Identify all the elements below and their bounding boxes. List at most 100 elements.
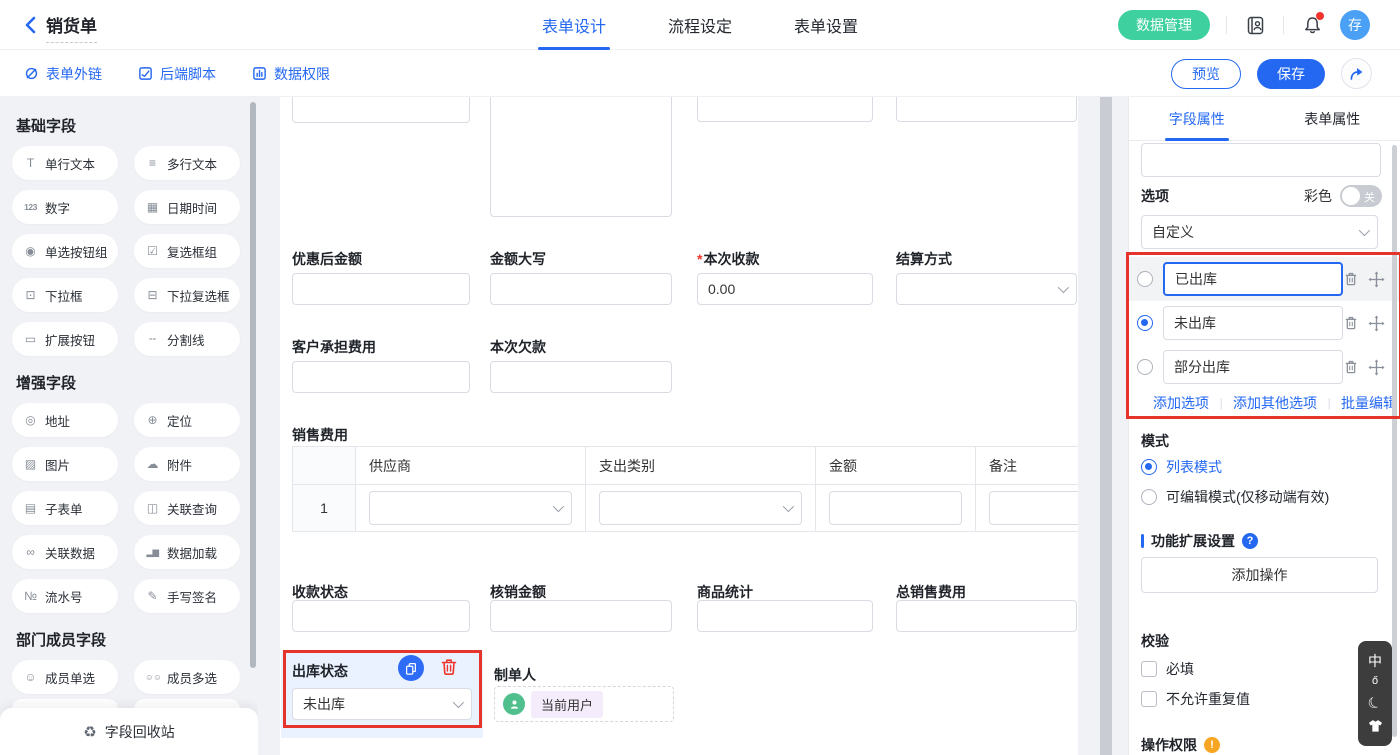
required-checkbox-row[interactable]: 必填 <box>1141 659 1194 679</box>
drag-option-icon[interactable] <box>1368 359 1385 376</box>
help-icon[interactable]: ? <box>1242 533 1258 549</box>
option-text-input[interactable] <box>1163 306 1343 340</box>
cropped-textarea[interactable] <box>490 97 672 217</box>
current-debt-input[interactable] <box>490 361 672 393</box>
outbound-status-select[interactable]: 未出库 <box>292 688 472 720</box>
sidebar-item-signature[interactable]: ✎手写签名 <box>134 579 240 613</box>
sidebar-item-checkbox-group[interactable]: ☑复选框组 <box>134 234 240 268</box>
writeoff-amount-input[interactable] <box>490 600 672 632</box>
sidebar-item-multi-dropdown[interactable]: ⊟下拉复选框 <box>134 278 240 312</box>
copy-field-button[interactable] <box>398 655 424 681</box>
mode-radio[interactable] <box>1141 489 1157 505</box>
canvas-scrollbar[interactable] <box>1100 97 1112 755</box>
tshirt-icon[interactable] <box>1368 719 1383 733</box>
drag-option-icon[interactable] <box>1368 271 1385 288</box>
sidebar-item-datetime[interactable]: ▦日期时间 <box>134 190 240 224</box>
notifications-button[interactable] <box>1300 13 1324 37</box>
sidebar-item-multi-line-text[interactable]: ≡多行文本 <box>134 146 240 180</box>
sidebar-item-address[interactable]: ◎地址 <box>12 403 118 437</box>
sidebar-item-attachment[interactable]: ☁附件 <box>134 447 240 481</box>
delete-field-button[interactable] <box>439 657 459 677</box>
total-sales-expense-input[interactable] <box>896 600 1077 632</box>
backend-script-button[interactable]: 后端脚本 <box>138 64 216 84</box>
cropped-input[interactable] <box>697 97 873 122</box>
sidebar-item-single-line-text[interactable]: T单行文本 <box>12 146 118 180</box>
sidebar-item-member-multi[interactable]: ☺☺成员多选 <box>134 660 240 694</box>
cropped-input[interactable] <box>896 97 1077 122</box>
tab-form-setting[interactable]: 表单设置 <box>794 0 858 50</box>
no-duplicate-checkbox[interactable] <box>1141 691 1157 707</box>
tab-form-design[interactable]: 表单设计 <box>542 0 606 50</box>
mode-option-list[interactable]: 列表模式 <box>1141 457 1222 477</box>
drag-option-icon[interactable] <box>1368 315 1385 332</box>
product-statistics-input[interactable] <box>697 600 873 632</box>
sidebar-item-linked-query[interactable]: ◫关联查询 <box>134 491 240 525</box>
batch-edit-link[interactable]: 批量编辑 <box>1341 393 1397 413</box>
tab-field-properties[interactable]: 字段属性 <box>1129 97 1265 140</box>
field-recycle-bin[interactable]: ♻ 字段回收站 <box>0 708 258 755</box>
data-permission-button[interactable]: 数据权限 <box>252 64 330 84</box>
delete-option-icon[interactable] <box>1343 271 1359 287</box>
form-external-link-button[interactable]: 表单外链 <box>24 64 102 84</box>
option-text-input[interactable] <box>1163 350 1343 384</box>
cropped-input[interactable] <box>292 97 470 123</box>
contacts-button[interactable] <box>1243 13 1267 37</box>
option-radio[interactable] <box>1137 271 1153 287</box>
row-index: 1 <box>293 485 356 531</box>
color-toggle[interactable]: 关 <box>1340 185 1382 207</box>
add-option-link[interactable]: 添加选项 <box>1153 393 1209 413</box>
sidebar-item-member-single[interactable]: ☺成员单选 <box>12 660 118 694</box>
expense-category-select[interactable] <box>599 491 802 525</box>
sidebar-item-subform[interactable]: ▤子表单 <box>12 491 118 525</box>
remark-input[interactable] <box>989 491 1078 525</box>
tab-form-properties[interactable]: 表单属性 <box>1265 97 1400 140</box>
amount-in-words-input[interactable] <box>490 273 672 305</box>
moon-icon[interactable]: ☾ <box>1366 694 1385 713</box>
amount-input[interactable] <box>829 491 962 525</box>
required-checkbox[interactable] <box>1141 661 1157 677</box>
option-text-input[interactable] <box>1163 262 1343 296</box>
sidebar-item-image[interactable]: ▨图片 <box>12 447 118 481</box>
discounted-amount-input[interactable] <box>292 273 470 305</box>
language-icon[interactable]: 中 <box>1368 654 1382 668</box>
add-action-button[interactable]: 添加操作 <box>1141 557 1378 593</box>
mode-radio-checked[interactable] <box>1141 459 1157 475</box>
option-radio-checked[interactable] <box>1137 315 1153 331</box>
save-button[interactable]: 保存 <box>1257 59 1325 89</box>
option-radio[interactable] <box>1137 359 1153 375</box>
option-source-select[interactable]: 自定义 <box>1141 215 1378 249</box>
delete-option-icon[interactable] <box>1343 359 1359 375</box>
data-manage-button[interactable]: 数据管理 <box>1118 10 1210 40</box>
delete-option-icon[interactable] <box>1343 315 1359 331</box>
sidebar-item-linked-data[interactable]: ∞关联数据 <box>12 535 118 569</box>
extend-button-icon: ▭ <box>23 332 38 346</box>
no-duplicate-checkbox-row[interactable]: 不允许重复值 <box>1141 689 1250 709</box>
supplier-select[interactable] <box>369 491 572 525</box>
current-payment-input[interactable]: 0.00 <box>697 273 873 305</box>
tab-flow-setting[interactable]: 流程设定 <box>668 0 732 50</box>
sidebar-item-dropdown[interactable]: ⊡下拉框 <box>12 278 118 312</box>
sidebar-item-serial-number[interactable]: №流水号 <box>12 579 118 613</box>
sidebar-item-extend-button[interactable]: ▭扩展按钮 <box>12 322 118 356</box>
creator-field[interactable]: 当前用户 <box>494 686 674 722</box>
customer-borne-fee-input[interactable] <box>292 361 470 393</box>
sidebar-scrollbar[interactable] <box>250 102 256 668</box>
sidebar-item-data-load[interactable]: ▂▆数据加载 <box>134 535 240 569</box>
payment-status-input[interactable] <box>292 600 470 632</box>
column-header: 供应商 <box>356 447 586 484</box>
field-title-input[interactable] <box>1141 143 1381 177</box>
sidebar-item-location[interactable]: ⊕定位 <box>134 403 240 437</box>
share-button[interactable] <box>1341 58 1372 89</box>
pinyin-icon[interactable]: ő <box>1372 676 1378 687</box>
preview-button[interactable]: 预览 <box>1171 59 1241 89</box>
sidebar-item-divider[interactable]: ╌分割线 <box>134 322 240 356</box>
panel-tabs: 字段属性 表单属性 <box>1129 97 1400 141</box>
sidebar-item-number[interactable]: 123数字 <box>12 190 118 224</box>
settlement-method-select[interactable] <box>896 273 1077 305</box>
sidebar-item-radio-group[interactable]: ◉单选按钮组 <box>12 234 118 268</box>
column-header: 备注 <box>976 447 1078 484</box>
avatar[interactable]: 存 <box>1340 10 1370 40</box>
panel-scrollbar[interactable] <box>1392 145 1397 737</box>
mode-option-editable[interactable]: 可编辑模式(仅移动端有效) <box>1141 487 1329 507</box>
add-other-option-link[interactable]: 添加其他选项 <box>1233 393 1317 413</box>
